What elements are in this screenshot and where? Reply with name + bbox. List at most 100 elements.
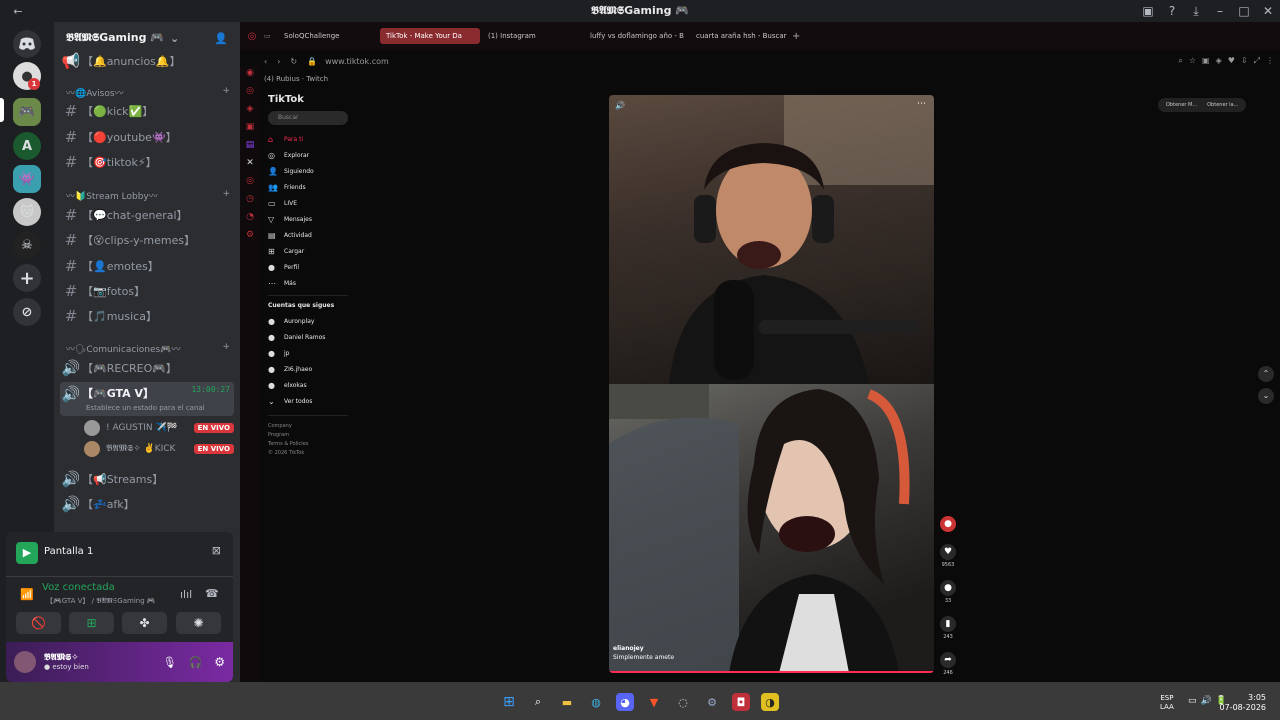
channel-fotos[interactable]: # 【📷fotos】 bbox=[60, 280, 234, 302]
discord-taskbar-icon[interactable]: ◕ bbox=[616, 693, 634, 711]
x-icon[interactable]: ✕ bbox=[240, 158, 260, 174]
invite-icon[interactable]: 👤 bbox=[214, 32, 228, 45]
voice-connected-label[interactable]: Voz conectada bbox=[42, 582, 115, 593]
forward-icon[interactable]: › bbox=[277, 57, 280, 66]
footer-company[interactable]: Company bbox=[268, 422, 348, 431]
extension-1[interactable]: Obtener M... bbox=[1166, 102, 1197, 108]
following-3[interactable]: ● jp bbox=[268, 345, 348, 361]
toolbar-icons[interactable]: ⌕☆▣◈♥⇩⤢⋮ bbox=[1178, 56, 1280, 66]
tab-instagram[interactable]: (1) Instagram bbox=[482, 28, 582, 44]
edge-icon[interactable]: ◍ bbox=[587, 693, 605, 711]
twitch-icon[interactable]: ▤ bbox=[240, 140, 260, 156]
noise-suppression-icon[interactable]: ılıl bbox=[180, 588, 192, 601]
extension-2[interactable]: Obtener la... bbox=[1207, 102, 1238, 108]
screen-share-button[interactable]: ⊞ bbox=[69, 612, 114, 634]
help-icon[interactable]: ? bbox=[1160, 4, 1184, 18]
discover-icon[interactable]: ⊘ bbox=[13, 298, 41, 326]
avatar[interactable] bbox=[14, 651, 36, 673]
voice-channel-path[interactable]: 【🎮GTA V】 / 𝕭𝕬𝕸𝕾Gaming 🎮 bbox=[46, 596, 156, 606]
search-icon[interactable]: ⌕ bbox=[529, 693, 547, 711]
channel-chat-general[interactable]: # 【💬chat-general】 bbox=[60, 204, 234, 226]
sidebar-icon-2[interactable]: ◎ bbox=[240, 86, 260, 102]
headphones-icon[interactable]: 🎧 bbox=[189, 656, 203, 669]
tab-tiktok[interactable]: TikTok - Make Your Da bbox=[380, 28, 480, 44]
caption-username[interactable]: elianojey bbox=[613, 645, 674, 652]
voice-user-2[interactable]: 𝕭𝕬𝕸𝕾✧ ✌️KICK EN VIVO bbox=[84, 439, 234, 459]
download-icon[interactable]: ⤓ bbox=[1184, 4, 1208, 19]
nav-live[interactable]: ▭ LIVE bbox=[268, 195, 348, 211]
scroll-up-button[interactable]: ⌃ bbox=[1258, 366, 1274, 382]
tiktok-logo[interactable]: TikTok bbox=[268, 94, 348, 105]
sidebar-icon-1[interactable]: ◉ bbox=[240, 68, 260, 84]
game-icon[interactable]: ◌ bbox=[674, 693, 692, 711]
server-icon-venom[interactable]: ☠ bbox=[13, 231, 41, 259]
activities-button[interactable]: ✤ bbox=[122, 612, 167, 634]
voice-channel-streams[interactable]: 🔊 【📢Streams】 bbox=[60, 468, 234, 490]
server-icon-game[interactable]: 👾 bbox=[13, 165, 41, 193]
nav-mensajes[interactable]: ▽ Mensajes bbox=[268, 211, 348, 227]
tiktok-video-player[interactable]: 🔊 ⋯ elianojey Simplemente amete bbox=[609, 95, 934, 673]
channel-anuncios[interactable]: 📢 【🔔anuncios🔔】 bbox=[60, 50, 234, 72]
channel-youtube[interactable]: # 【🔴youtube👾】 bbox=[60, 126, 234, 148]
nav-para-ti[interactable]: ⌂ Para ti bbox=[268, 131, 348, 147]
soundboard-button[interactable]: ✺ bbox=[176, 612, 221, 634]
reload-icon[interactable]: ↻ bbox=[290, 57, 297, 66]
stop-share-icon[interactable]: ⊠ bbox=[212, 544, 221, 557]
nav-perfil[interactable]: ● Perfil bbox=[268, 259, 348, 275]
tab-overview-icon[interactable]: ▭ bbox=[264, 32, 278, 40]
creator-avatar[interactable]: ● bbox=[937, 516, 959, 532]
footer-program[interactable]: Program bbox=[268, 431, 348, 440]
scroll-down-button[interactable]: ⌄ bbox=[1258, 388, 1274, 404]
more-options-icon[interactable]: ⋯ bbox=[917, 99, 926, 109]
add-channel-icon[interactable]: + bbox=[222, 86, 230, 99]
sidebar-icon-8[interactable]: ◷ bbox=[240, 194, 260, 210]
add-channel-icon[interactable]: + bbox=[222, 342, 230, 355]
app-icon[interactable]: ◑ bbox=[761, 693, 779, 711]
add-channel-icon[interactable]: + bbox=[222, 189, 230, 202]
voice-channel-recreo[interactable]: 🔊 【🎮RECREO🎮】 bbox=[60, 357, 234, 379]
channel-tiktok[interactable]: # 【🎯tiktok⚡】 bbox=[60, 151, 234, 173]
nav-actividad[interactable]: ▤ Actividad bbox=[268, 227, 348, 243]
share-button[interactable]: ➦ 246 bbox=[937, 652, 959, 676]
like-button[interactable]: ♥ 9563 bbox=[937, 544, 959, 568]
tab-luffy[interactable]: luffy vs doflamingo año - B bbox=[584, 28, 688, 44]
nav-explorar[interactable]: ◎ Explorar bbox=[268, 147, 348, 163]
close-button[interactable]: ✕ bbox=[1256, 4, 1280, 18]
mic-icon[interactable]: 🎙 bbox=[163, 656, 177, 669]
nav-cargar[interactable]: ⊞ Cargar bbox=[268, 243, 348, 259]
minimize-button[interactable]: – bbox=[1208, 4, 1232, 18]
server-icon-a[interactable]: A bbox=[13, 132, 41, 160]
disconnect-icon[interactable]: ☎ bbox=[205, 587, 219, 600]
camera-off-button[interactable]: 🚫 bbox=[16, 612, 61, 634]
sidebar-settings-icon[interactable]: ⚙ bbox=[240, 230, 260, 246]
channel-musica[interactable]: # 【🎵musica】 bbox=[60, 305, 234, 327]
channel-clips[interactable]: # 【😵clips-y-memes】 bbox=[60, 229, 234, 251]
voice-status-prompt[interactable]: Establece un estado para el canal bbox=[86, 402, 234, 414]
following-1[interactable]: ● Auronplay bbox=[268, 313, 348, 329]
opera-logo-icon[interactable]: ◎ bbox=[240, 31, 264, 42]
nav-siguiendo[interactable]: 👤 Siguiendo bbox=[268, 163, 348, 179]
footer-terms[interactable]: Terms & Policies bbox=[268, 440, 348, 449]
windows-start-icon[interactable]: ⊞ bbox=[500, 693, 518, 711]
server-icon-bams[interactable]: 🎮 bbox=[13, 98, 41, 126]
category-avisos[interactable]: 〰🌐Avisos〰 + bbox=[66, 86, 230, 99]
sidebar-icon-7[interactable]: ◎ bbox=[240, 176, 260, 192]
voice-channel-afk[interactable]: 🔊 【💤afk】 bbox=[60, 493, 234, 515]
tiktok-search-input[interactable]: Buscar bbox=[268, 111, 348, 125]
category-stream-lobby[interactable]: 〰🔰Stream Lobby〰 + bbox=[66, 189, 230, 202]
channel-kick[interactable]: # 【🟢kick✅】 bbox=[60, 100, 234, 122]
comment-button[interactable]: ● 33 bbox=[937, 580, 959, 604]
nav-mas[interactable]: ⋯ Más bbox=[268, 275, 348, 291]
file-explorer-icon[interactable]: ▬ bbox=[558, 693, 576, 711]
add-server-icon[interactable]: + bbox=[13, 264, 41, 292]
see-all-link[interactable]: ⌄ Ver todos bbox=[268, 393, 348, 409]
sidebar-icon-4[interactable]: ▣ bbox=[240, 122, 260, 138]
tab-soloq[interactable]: SoloQChallenge bbox=[278, 28, 378, 44]
sidebar-icon-9[interactable]: ◔ bbox=[240, 212, 260, 228]
volume-icon[interactable]: 🔊 bbox=[615, 101, 625, 110]
bookmark-rubius[interactable]: (4) Rubius · Twitch bbox=[264, 75, 328, 83]
language-indicator[interactable]: ESP LAA bbox=[1160, 694, 1174, 712]
save-button[interactable]: ▮ 243 bbox=[937, 616, 959, 640]
new-tab-button[interactable]: + bbox=[792, 31, 800, 42]
inbox-icon[interactable]: ▣ bbox=[1136, 4, 1160, 18]
